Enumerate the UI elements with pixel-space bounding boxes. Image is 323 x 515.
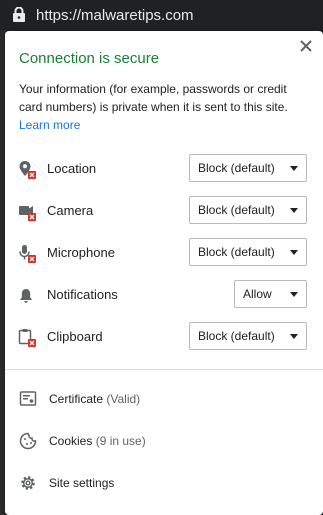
location-permission-dropdown[interactable]: Block (default) <box>189 154 307 182</box>
location-blocked-icon <box>18 160 38 180</box>
dropdown-value: Allow <box>243 287 272 301</box>
certificate-icon <box>19 390 37 408</box>
lock-icon[interactable] <box>9 5 29 25</box>
close-icon[interactable] <box>297 37 315 55</box>
bell-icon <box>18 286 38 306</box>
notifications-permission-dropdown[interactable]: Allow <box>234 280 307 308</box>
cookies-link[interactable]: Cookies (9 in use) <box>5 426 323 456</box>
certificate-label: Certificate (Valid) <box>49 392 140 406</box>
dropdown-value: Block (default) <box>198 329 275 343</box>
site-settings-label: Site settings <box>49 476 115 490</box>
permission-row-camera: Camera Block (default) <box>5 196 323 226</box>
site-settings-link[interactable]: Site settings <box>5 468 323 498</box>
permission-row-location: Location Block (default) <box>5 154 323 184</box>
certificate-link[interactable]: Certificate (Valid) <box>5 384 323 414</box>
cookies-text: Cookies <box>49 434 93 448</box>
permission-row-microphone: Microphone Block (default) <box>5 238 323 268</box>
certificate-text: Certificate <box>49 392 104 406</box>
dropdown-value: Block (default) <box>198 245 275 259</box>
dropdown-value: Block (default) <box>198 203 275 217</box>
site-info-popup: Connection is secure Your information (f… <box>5 31 323 515</box>
permission-label: Microphone <box>47 245 115 260</box>
cookies-count: (9 in use) <box>95 434 146 448</box>
clipboard-permission-dropdown[interactable]: Block (default) <box>189 322 307 350</box>
chevron-down-icon <box>290 207 298 213</box>
camera-blocked-icon <box>18 202 38 222</box>
permission-label: Location <box>47 161 97 176</box>
chevron-down-icon <box>290 333 298 339</box>
clipboard-blocked-icon <box>18 328 38 348</box>
connection-description: Your information (for example, passwords… <box>19 82 288 114</box>
gear-icon <box>19 474 37 492</box>
address-bar[interactable]: https://malwaretips.com <box>0 0 323 30</box>
dropdown-value: Block (default) <box>198 161 275 175</box>
permission-label: Camera <box>47 203 94 218</box>
camera-permission-dropdown[interactable]: Block (default) <box>189 196 307 224</box>
permission-label: Notifications <box>47 287 118 302</box>
microphone-permission-dropdown[interactable]: Block (default) <box>189 238 307 266</box>
cookie-icon <box>19 432 37 450</box>
microphone-blocked-icon <box>18 244 38 264</box>
permission-label: Clipboard <box>47 329 103 344</box>
connection-status-title: Connection is secure <box>19 50 160 67</box>
chevron-down-icon <box>290 249 298 255</box>
permission-row-clipboard: Clipboard Block (default) <box>5 322 323 352</box>
certificate-status: (Valid) <box>106 392 141 406</box>
section-divider <box>5 369 323 370</box>
learn-more-link[interactable]: Learn more <box>19 118 80 132</box>
url-text: https://malwaretips.com <box>36 6 194 24</box>
chevron-down-icon <box>290 165 298 171</box>
cookies-label: Cookies (9 in use) <box>49 434 146 448</box>
chevron-down-icon <box>290 291 298 297</box>
permission-row-notifications: Notifications Allow <box>5 280 323 310</box>
